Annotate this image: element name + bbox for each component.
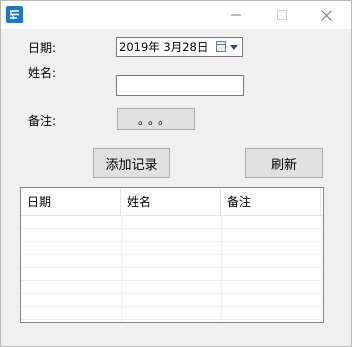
maximize-button[interactable] — [259, 1, 305, 29]
refresh-button-label: 刷新 — [270, 157, 297, 173]
date-picker[interactable]: 2019年 3月28日 — [116, 37, 243, 57]
list-header: 日期 姓名 备注 — [21, 188, 323, 216]
refresh-button[interactable]: 刷新 — [245, 148, 323, 178]
empty-row — [21, 294, 321, 307]
date-value: 2019年 3月28日 — [119, 40, 209, 54]
column-header-date[interactable]: 日期 — [21, 188, 121, 216]
name-input[interactable] — [116, 75, 244, 96]
note-label: 备注: — [28, 114, 57, 128]
note-browse-button-label: 。。。 — [137, 112, 174, 127]
maximize-icon — [277, 10, 287, 20]
close-icon — [320, 9, 332, 21]
empty-row — [21, 216, 321, 229]
main-window: 日期: 2019年 3月28日 姓名: 备注: 。。。 添加记录 刷新 日期 姓… — [0, 0, 352, 347]
title-bar — [1, 1, 351, 29]
records-list[interactable]: 日期 姓名 备注 — [20, 187, 324, 323]
column-header-note[interactable]: 备注 — [221, 188, 321, 216]
close-button[interactable] — [303, 1, 349, 29]
dropdown-arrow-icon[interactable] — [230, 45, 238, 50]
column-header-name[interactable]: 姓名 — [121, 188, 221, 216]
note-browse-button[interactable]: 。。。 — [117, 108, 195, 130]
list-grid — [21, 216, 323, 322]
add-record-button[interactable]: 添加记录 — [93, 148, 170, 178]
calendar-icon[interactable] — [216, 41, 226, 52]
empty-row — [21, 268, 321, 281]
empty-row — [21, 242, 321, 255]
app-icon — [6, 6, 23, 23]
empty-row — [21, 307, 321, 320]
minimize-icon — [231, 14, 241, 16]
empty-row — [21, 281, 321, 294]
date-label: 日期: — [28, 41, 57, 55]
empty-row — [21, 255, 321, 268]
add-record-button-label: 添加记录 — [105, 157, 158, 173]
grid-line — [321, 216, 322, 322]
minimize-button[interactable] — [213, 1, 259, 29]
name-label: 姓名: — [28, 66, 57, 80]
empty-row — [21, 229, 321, 242]
